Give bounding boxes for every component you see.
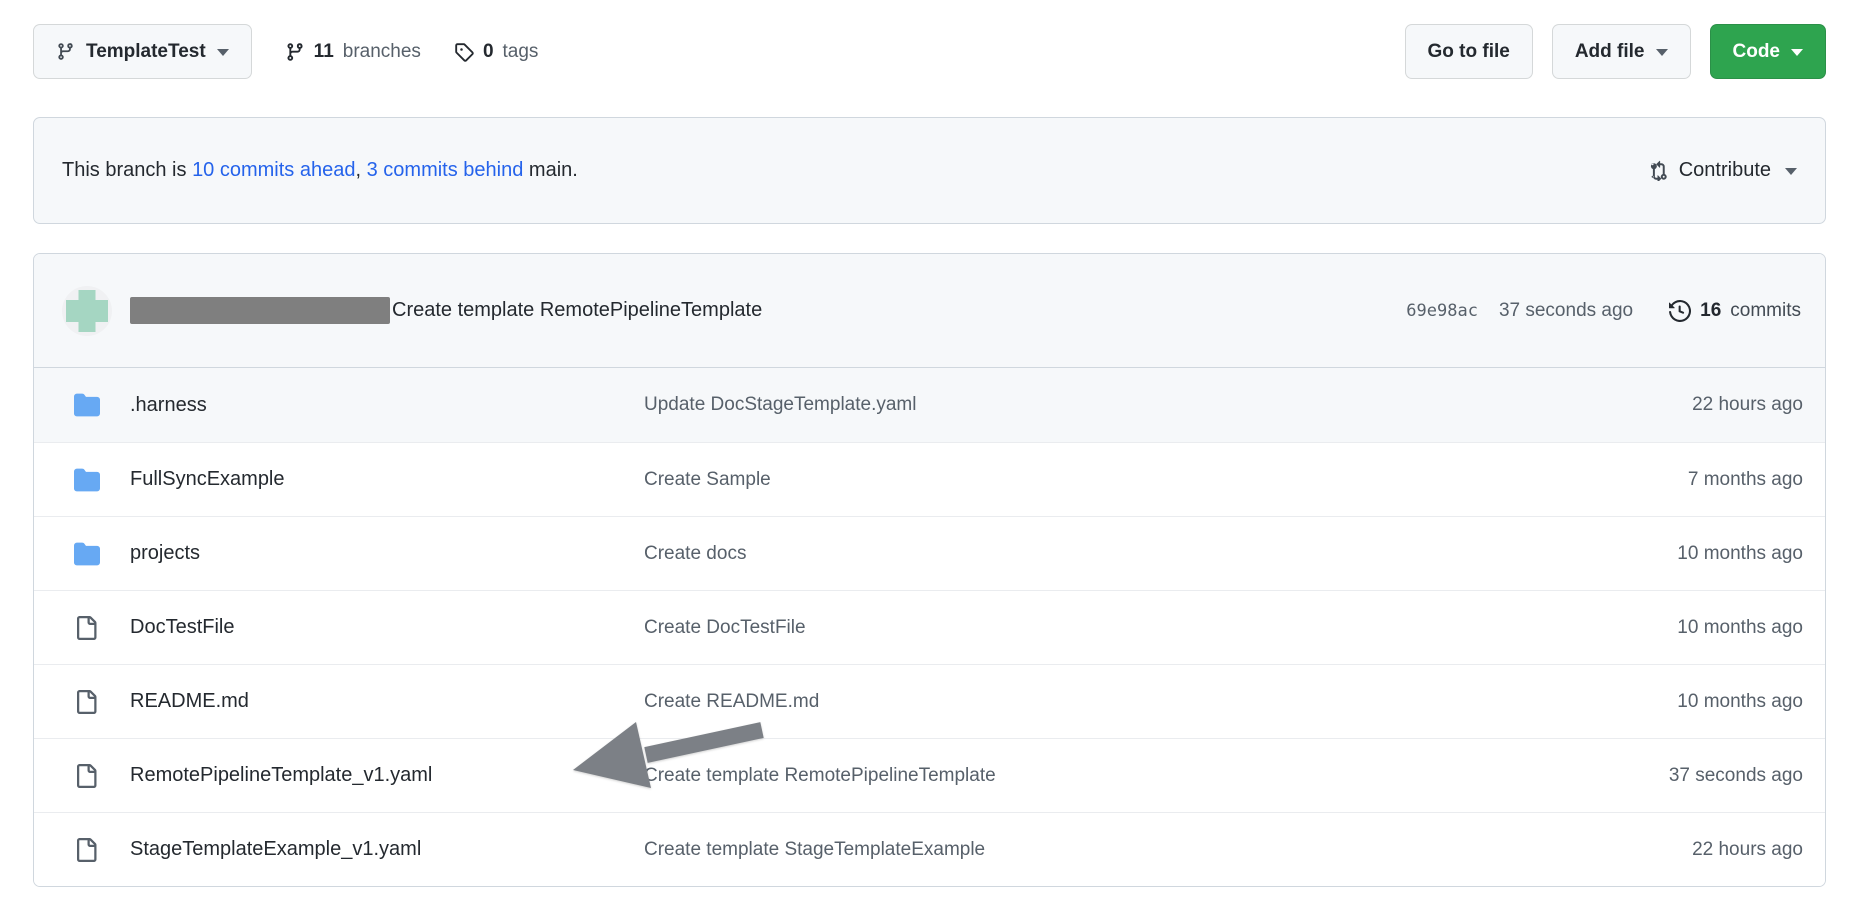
table-row: .harness Update DocStageTemplate.yaml 22… [34, 368, 1825, 442]
file-name-link[interactable]: RemotePipelineTemplate_v1.yaml [130, 764, 644, 787]
go-to-file-button[interactable]: Go to file [1405, 24, 1533, 79]
file-browser: Create template RemotePipelineTemplate 6… [33, 253, 1826, 887]
row-icon-cell [74, 616, 130, 640]
file-icon [74, 690, 130, 714]
commit-age: 37 seconds ago [1509, 765, 1809, 787]
row-icon-cell [74, 392, 130, 418]
table-row: RemotePipelineTemplate_v1.yaml Create te… [34, 738, 1825, 812]
chevron-down-icon [217, 49, 229, 56]
code-label: Code [1733, 41, 1781, 63]
file-name-link[interactable]: projects [130, 542, 644, 565]
commits-label: commits [1730, 300, 1801, 322]
commit-message-link[interactable]: Create README.md [644, 691, 1509, 713]
commit-message-link[interactable]: Create DocTestFile [644, 617, 1509, 639]
file-icon [74, 616, 130, 640]
latest-commit-header: Create template RemotePipelineTemplate 6… [34, 254, 1825, 368]
commit-history-link[interactable]: 16 commits [1669, 300, 1801, 322]
file-name-link[interactable]: .harness [130, 394, 644, 417]
table-row: FullSyncExample Create Sample 7 months a… [34, 442, 1825, 516]
add-file-button[interactable]: Add file [1552, 24, 1691, 79]
tags-link[interactable]: 0 tags [454, 41, 539, 63]
commit-message-link[interactable]: Create template StageTemplateExample [644, 839, 1509, 861]
chevron-down-icon [1785, 168, 1797, 175]
row-icon-cell [74, 467, 130, 493]
commit-age: 10 months ago [1509, 691, 1809, 713]
file-name-link[interactable]: README.md [130, 690, 644, 713]
commit-age: 22 hours ago [1509, 394, 1809, 416]
table-row: DocTestFile Create DocTestFile 10 months… [34, 590, 1825, 664]
latest-commit-message-link[interactable]: Create template RemotePipelineTemplate [392, 299, 762, 322]
commit-age: 10 months ago [1509, 617, 1809, 639]
file-table: .harness Update DocStageTemplate.yaml 22… [34, 368, 1825, 886]
chevron-down-icon [1791, 49, 1803, 56]
branches-count: 11 [314, 41, 334, 63]
latest-commit-meta: 69e98ac 37 seconds ago 16 commits [1406, 300, 1801, 322]
tags-label: tags [503, 41, 539, 63]
commits-behind-link[interactable]: 3 commits behind [367, 159, 524, 181]
git-branch-icon [285, 42, 305, 62]
folder-icon [74, 467, 130, 493]
toolbar-actions: Go to file Add file Code [1405, 24, 1827, 79]
commit-time: 37 seconds ago [1499, 300, 1633, 322]
branches-link[interactable]: 11 branches [285, 41, 421, 63]
file-name-link[interactable]: StageTemplateExample_v1.yaml [130, 838, 644, 861]
row-icon-cell [74, 690, 130, 714]
file-icon [74, 838, 130, 862]
git-branch-icon [56, 42, 75, 61]
branch-status-prefix: This branch is [62, 159, 192, 181]
branch-selector-button[interactable]: TemplateTest [33, 24, 252, 79]
contribute-label: Contribute [1679, 159, 1771, 182]
commit-age: 22 hours ago [1509, 839, 1809, 861]
row-icon-cell [74, 838, 130, 862]
history-icon [1669, 300, 1691, 322]
avatar[interactable] [62, 286, 112, 336]
folder-icon [74, 541, 130, 567]
repo-toolbar: TemplateTest 11 branches 0 tags Go to fi… [33, 24, 1826, 79]
branch-status-suffix: main. [523, 159, 577, 181]
commit-message-link[interactable]: Create Sample [644, 469, 1509, 491]
git-compare-icon [1647, 160, 1668, 181]
code-button[interactable]: Code [1710, 24, 1827, 79]
file-name-link[interactable]: DocTestFile [130, 616, 644, 639]
commits-ahead-link[interactable]: 10 commits ahead [192, 159, 355, 181]
row-icon-cell [74, 764, 130, 788]
table-row: projects Create docs 10 months ago [34, 516, 1825, 590]
commit-age: 7 months ago [1509, 469, 1809, 491]
redacted-username[interactable] [130, 297, 390, 324]
commits-count: 16 [1700, 300, 1721, 322]
folder-icon [74, 392, 130, 418]
tag-icon [454, 42, 474, 62]
branches-label: branches [343, 41, 421, 63]
file-name-link[interactable]: FullSyncExample [130, 468, 644, 491]
file-icon [74, 764, 130, 788]
branch-status-banner: This branch is 10 commits ahead, 3 commi… [33, 117, 1826, 224]
commit-message-link[interactable]: Create template RemotePipelineTemplate [644, 765, 1509, 787]
branch-selector-label: TemplateTest [86, 41, 206, 63]
row-icon-cell [74, 541, 130, 567]
branch-status-text: This branch is 10 commits ahead, 3 commi… [62, 159, 578, 182]
table-row: StageTemplateExample_v1.yaml Create temp… [34, 812, 1825, 886]
contribute-button[interactable]: Contribute [1647, 159, 1797, 182]
branch-status-comma: , [355, 159, 366, 181]
add-file-label: Add file [1575, 41, 1645, 63]
commit-age: 10 months ago [1509, 543, 1809, 565]
table-row: README.md Create README.md 10 months ago [34, 664, 1825, 738]
chevron-down-icon [1656, 49, 1668, 56]
commit-message-link[interactable]: Update DocStageTemplate.yaml [644, 394, 1509, 416]
commit-hash-link[interactable]: 69e98ac [1406, 301, 1478, 321]
tags-count: 0 [483, 41, 494, 63]
commit-message-link[interactable]: Create docs [644, 543, 1509, 565]
